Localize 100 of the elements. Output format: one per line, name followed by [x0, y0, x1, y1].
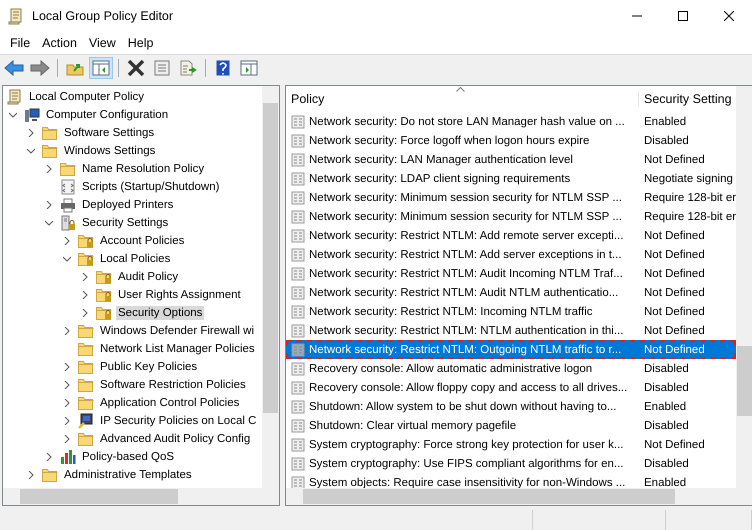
collapsed-chevron-icon[interactable] — [27, 471, 35, 479]
tree-item[interactable]: Software Settings — [62, 126, 156, 140]
expanded-chevron-icon[interactable] — [27, 147, 35, 155]
policy-setting-icon — [291, 438, 305, 452]
security-setting: Not Defined — [643, 324, 706, 336]
security-setting: Not Defined — [643, 344, 706, 356]
menu-item[interactable]: File — [4, 34, 36, 52]
policy-row[interactable]: Network security: Minimum session security for NTLM SSP ... Require 128-bit er — [286, 207, 736, 226]
security-setting: Require 128-bit er — [643, 210, 736, 222]
printer-icon — [60, 197, 76, 213]
collapsed-chevron-icon[interactable] — [63, 363, 71, 371]
tree-item[interactable]: Application Control Policies — [98, 396, 242, 410]
policy-name: Network security: Minimum session security for NTLM SSP ... — [309, 210, 622, 222]
policy-row[interactable]: Network security: Restrict NTLM: Add server exceptions in t... Not Defined — [286, 245, 736, 264]
column-header[interactable]: Policy — [286, 92, 638, 106]
collapsed-chevron-icon[interactable] — [27, 129, 35, 137]
policy-setting-icon — [291, 286, 305, 300]
tree-item[interactable]: Public Key Policies — [98, 360, 200, 374]
policy-row[interactable]: System cryptography: Force strong key protection for user k... Not Defined — [286, 435, 736, 454]
policy-row[interactable]: System cryptography: Use FIPS compliant algorithms for en... Disabled — [286, 454, 736, 473]
locked-folder-icon — [78, 252, 94, 266]
policy-setting-icon — [291, 324, 305, 338]
tree-item[interactable]: Audit Policy — [116, 270, 180, 284]
close-icon[interactable] — [724, 11, 734, 21]
forward-button[interactable] — [28, 57, 52, 79]
tree-item[interactable]: Name Resolution Policy — [80, 162, 206, 176]
menu-item[interactable]: View — [82, 34, 122, 52]
security-setting: Enabled — [643, 400, 688, 412]
collapsed-chevron-icon[interactable] — [45, 165, 53, 173]
policy-row[interactable]: Shutdown: Allow system to be shut down without having to... Enabled — [286, 397, 736, 416]
collapsed-chevron-icon[interactable] — [63, 399, 71, 407]
tree-item[interactable]: Deployed Printers — [80, 198, 176, 212]
tree-item[interactable]: Local Computer Policy — [27, 90, 146, 104]
maximize-icon[interactable] — [678, 11, 688, 21]
collapsed-chevron-icon[interactable] — [81, 273, 89, 281]
back-button[interactable] — [2, 57, 26, 79]
security-setting: Disabled — [643, 458, 690, 470]
vertical-scrollbar[interactable] — [262, 86, 279, 488]
collapsed-chevron-icon[interactable] — [81, 291, 89, 299]
collapsed-chevron-icon[interactable] — [63, 417, 71, 425]
tree-item[interactable]: Account Policies — [98, 234, 186, 248]
policy-row[interactable]: Network security: Restrict NTLM: Audit NTLM authenticatio... Not Defined — [286, 283, 736, 302]
collapsed-chevron-icon[interactable] — [63, 381, 71, 389]
policy-row[interactable]: Network security: Do not store LAN Manager hash value on ... Enabled — [286, 112, 736, 131]
menu-item[interactable]: Help — [122, 34, 160, 52]
tree-item[interactable]: User Rights Assignment — [116, 288, 243, 302]
collapsed-chevron-icon[interactable] — [81, 309, 89, 317]
policy-row[interactable]: Network security: Restrict NTLM: NTLM authentication in thi... Not Defined — [286, 321, 736, 340]
collapsed-chevron-icon[interactable] — [45, 453, 53, 461]
tree-item[interactable]: IP Security Policies on Local C — [98, 414, 258, 428]
collapsed-chevron-icon[interactable] — [63, 435, 71, 443]
tree-item[interactable]: Security Settings — [80, 216, 170, 230]
policy-row[interactable]: Network security: LDAP client signing requirements Negotiate signing — [286, 169, 736, 188]
sort-caret-icon — [456, 87, 465, 92]
horizontal-scrollbar[interactable] — [286, 488, 752, 505]
folder-icon — [42, 468, 58, 482]
policy-row[interactable]: Network security: Restrict NTLM: Outgoing NTLM traffic to r... Not Defined — [286, 340, 736, 359]
policy-row[interactable]: Network security: Restrict NTLM: Audit Incoming NTLM Traf... Not Defined — [286, 264, 736, 283]
policy-name: Network security: Restrict NTLM: Incoming NTLM traffic — [309, 306, 593, 318]
policy-row[interactable]: Recovery console: Allow automatic administrative logon Disabled — [286, 359, 736, 378]
policy-row[interactable]: Network security: Force logoff when logon hours expire Disabled — [286, 131, 736, 150]
back-arrow-icon — [4, 60, 24, 76]
expanded-chevron-icon[interactable] — [63, 255, 71, 263]
show-tree-button[interactable] — [89, 57, 113, 79]
policy-setting-icon — [291, 342, 305, 356]
tree-item[interactable]: Computer Configuration — [44, 108, 170, 122]
tree-item[interactable]: Software Restriction Policies — [98, 378, 248, 392]
tree-item[interactable]: Administrative Templates — [62, 468, 194, 482]
tree-item[interactable]: Advanced Audit Policy Config — [98, 432, 252, 446]
policy-row[interactable]: Recovery console: Allow floppy copy and access to all drives... Disabled — [286, 378, 736, 397]
collapsed-chevron-icon[interactable] — [45, 201, 53, 209]
collapsed-chevron-icon[interactable] — [63, 327, 71, 335]
tree-item[interactable]: Security Options — [116, 306, 204, 320]
policy-row[interactable]: Network security: Restrict NTLM: Add remote server excepti... Not Defined — [286, 226, 736, 245]
expanded-chevron-icon[interactable] — [45, 219, 53, 227]
policy-row[interactable]: Shutdown: Clear virtual memory pagefile Disabled — [286, 416, 736, 435]
server-lock-icon — [60, 215, 76, 231]
policy-name: Network security: Do not store LAN Manager hash value on ... — [309, 116, 625, 128]
policy-row[interactable]: Network security: Minimum session security for NTLM SSP ... Require 128-bit er — [286, 188, 736, 207]
collapsed-chevron-icon[interactable] — [63, 237, 71, 245]
security-setting: Require 128-bit er — [643, 192, 736, 204]
tree-item[interactable]: Policy-based QoS — [80, 450, 176, 464]
tree-item[interactable]: Network List Manager Policies — [98, 342, 257, 356]
policy-name: Network security: Restrict NTLM: NTLM authentication in thi... — [309, 324, 624, 336]
policy-row[interactable]: Network security: Restrict NTLM: Incoming NTLM traffic Not Defined — [286, 302, 736, 321]
policy-setting-icon — [291, 172, 305, 186]
tree-item[interactable]: Local Policies — [98, 252, 172, 266]
horizontal-scrollbar[interactable] — [3, 488, 279, 505]
computer-icon — [24, 107, 40, 123]
expanded-chevron-icon[interactable] — [9, 111, 17, 119]
menu-item[interactable]: Action — [36, 34, 83, 52]
policy-row[interactable]: Network security: LAN Manager authentication level Not Defined — [286, 150, 736, 169]
vertical-scrollbar[interactable] — [736, 86, 752, 488]
policy-name: Network security: Minimum session security for NTLM SSP ... — [309, 192, 622, 204]
policy-name: Recovery console: Allow floppy copy and access to all drives... — [309, 382, 628, 394]
tree-item[interactable]: Windows Defender Firewall wi — [98, 324, 256, 338]
tree-item[interactable]: Windows Settings — [62, 144, 158, 158]
policy-name: System cryptography: Use FIPS compliant algorithms for en... — [309, 458, 624, 470]
folder-icon — [78, 360, 94, 374]
tree-item[interactable]: Scripts (Startup/Shutdown) — [80, 180, 222, 194]
